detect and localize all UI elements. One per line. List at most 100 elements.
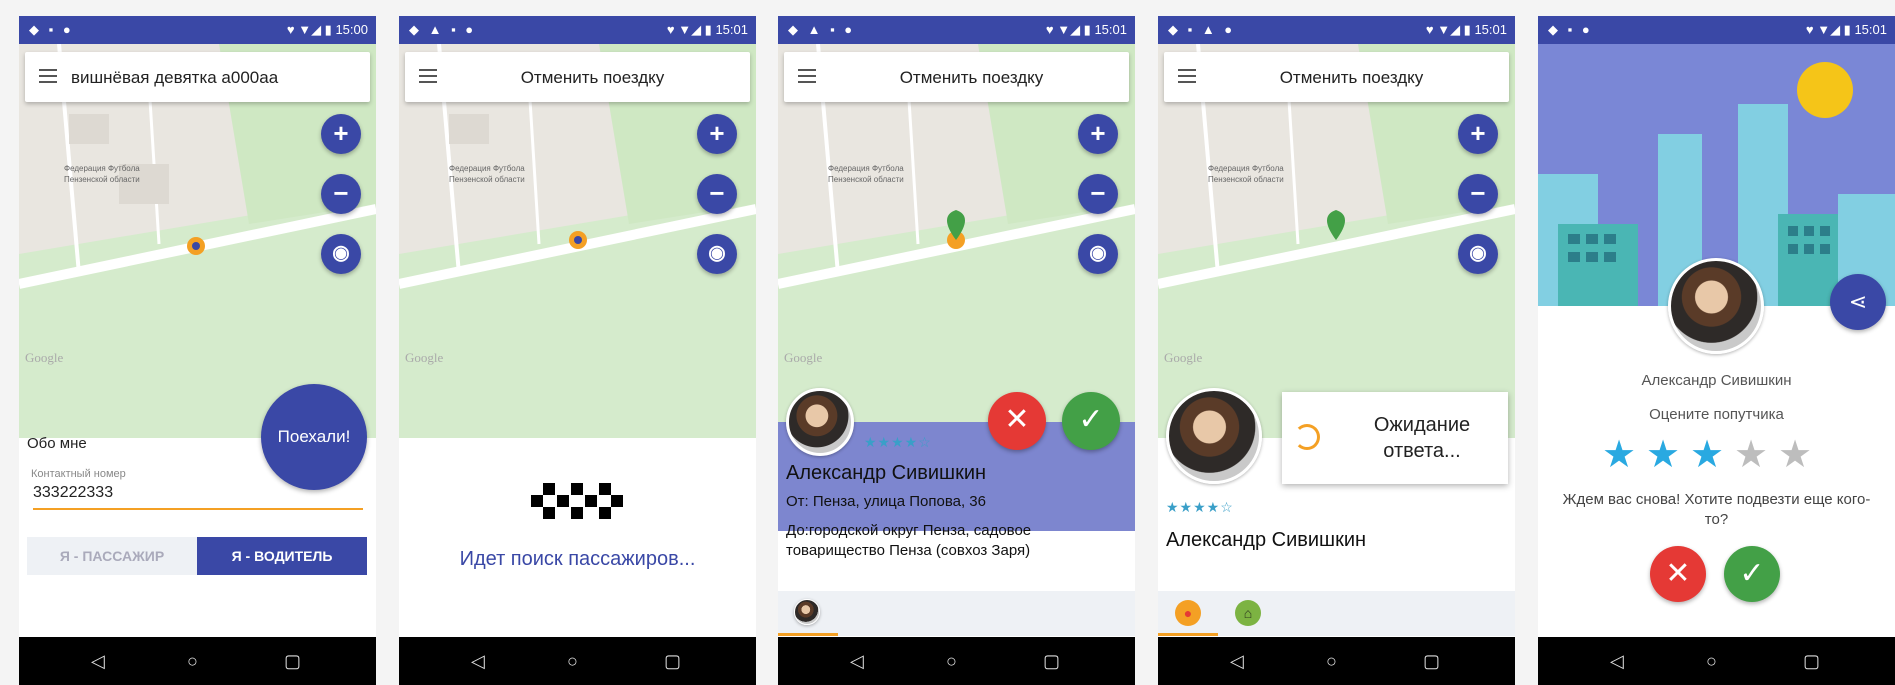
app-bar: Отменить поездку [1164,52,1509,102]
my-location-button[interactable]: ◉ [1458,234,1498,274]
destination-address: До:городской округ Пенза, садовое товари… [786,522,1032,559]
recents-icon[interactable]: ▢ [664,651,681,672]
tab-passenger[interactable] [778,591,838,636]
accept-button[interactable]: ✓ [1724,546,1780,602]
go-button[interactable]: Поехали! [261,384,367,490]
accept-button[interactable]: ✓ [1062,392,1120,450]
search-status-text: Идет поиск пассажиров... [459,548,696,570]
prompt-message: Ждем вас снова! Хотите подвезти еще кого… [1562,491,1871,528]
tab-bar [778,591,1135,636]
screen-passenger-found: ◆ ▲ ▪ ● ♥ ▼◢ ▮ 15:01 Федерация Футбола Пе… [778,16,1135,685]
svg-text:Пензенской области: Пензенской области [449,175,525,184]
svg-text:Федерация Футбола: Федерация Футбола [1208,164,1284,173]
page-title: вишнёвая девятка а000аа [71,68,279,87]
status-bar: ◆ ▪ ● ♥ ▼◢ ▮ 15:01 [1538,16,1895,44]
rate-label: Оцените попутчика [1649,406,1784,423]
pickup-address: От: Пенза, улица Попова, 36 [786,493,986,510]
taxi-icon [527,483,627,523]
nav-bar: ◁ ○ ▢ [19,637,376,685]
svg-text:Пензенской области: Пензенской области [828,175,904,184]
screen-waiting: ◆ ▪ ▲ ● ♥ ▼◢ ▮ 15:01 Федерация Футбола Пе… [1158,16,1515,685]
svg-text:Google: Google [405,350,444,365]
companion-name: Александр Сивишкин [1641,372,1792,389]
decline-button[interactable]: ✕ [988,392,1046,450]
svg-text:Google: Google [784,350,823,365]
menu-icon[interactable] [798,69,816,83]
screen-searching: ◆ ▲ ▪ ● ♥ ▼◢ ▮ 15:01 Федерация Футбола Пе… [399,16,756,685]
star-3[interactable]: ★ [1690,432,1724,477]
star-1[interactable]: ★ [1602,432,1636,477]
home-icon[interactable]: ○ [1326,651,1337,672]
back-icon[interactable]: ◁ [1230,651,1244,672]
back-icon[interactable]: ◁ [91,651,105,672]
nav-bar: ◁ ○ ▢ [1158,637,1515,685]
avatar [786,388,854,456]
status-bar: ◆ ▪ ● ♥ ▼◢ ▮ 15:00 [19,16,376,44]
nav-bar: ◁ ○ ▢ [399,637,756,685]
cancel-trip-button[interactable]: Отменить поездку [824,68,1119,88]
zoom-in-button[interactable]: + [1078,114,1118,154]
home-icon[interactable]: ○ [946,651,957,672]
menu-icon[interactable] [1178,69,1196,83]
recents-icon[interactable]: ▢ [284,651,301,672]
contact-input[interactable]: 333222333 [33,484,363,510]
passenger-name: Александр Сивишкин [1166,529,1367,551]
waiting-dialog: Ожидание ответа... [1282,392,1508,484]
status-bar: ◆ ▲ ▪ ● ♥ ▼◢ ▮ 15:01 [399,16,756,44]
zoom-in-button[interactable]: + [697,114,737,154]
svg-text:Пензенской области: Пензенской области [64,175,140,184]
app-bar: Отменить поездку [405,52,750,102]
home-icon[interactable]: ○ [1706,651,1717,672]
svg-text:Федерация Футбола: Федерация Футбола [449,164,525,173]
contact-label: Контактный номер [31,468,126,480]
share-button[interactable]: ⋖ [1830,274,1886,330]
zoom-in-button[interactable]: + [1458,114,1498,154]
driver-button[interactable]: Я - ВОДИТЕЛЬ [197,537,367,575]
zoom-out-button[interactable]: − [697,174,737,214]
back-icon[interactable]: ◁ [471,651,485,672]
app-bar: Отменить поездку [784,52,1129,102]
tab-person[interactable]: ● [1158,591,1218,636]
cancel-trip-button[interactable]: Отменить поездку [1204,68,1499,88]
recents-icon[interactable]: ▢ [1423,651,1440,672]
back-icon[interactable]: ◁ [850,651,864,672]
decline-button[interactable]: ✕ [1650,546,1706,602]
menu-icon[interactable] [39,69,57,83]
nav-bar: ◁ ○ ▢ [778,637,1135,685]
tab-home[interactable]: ⌂ [1218,591,1278,636]
home-icon[interactable]: ○ [187,651,198,672]
nav-bar: ◁ ○ ▢ [1538,637,1895,685]
zoom-out-button[interactable]: − [1458,174,1498,214]
zoom-in-button[interactable]: + [321,114,361,154]
status-bar: ◆ ▪ ▲ ● ♥ ▼◢ ▮ 15:01 [1158,16,1515,44]
cancel-trip-button[interactable]: Отменить поездку [445,68,740,88]
home-pin-icon: ⌂ [1235,600,1261,626]
svg-text:Федерация Футбола: Федерация Футбола [64,164,140,173]
svg-text:Федерация Футбола: Федерация Футбола [828,164,904,173]
app-bar: вишнёвая девятка а000аа [25,52,370,102]
zoom-out-button[interactable]: − [321,174,361,214]
zoom-out-button[interactable]: − [1078,174,1118,214]
loading-spinner-icon [1294,424,1320,450]
home-icon[interactable]: ○ [567,651,578,672]
star-5[interactable]: ★ [1778,432,1812,477]
star-2[interactable]: ★ [1646,432,1680,477]
recents-icon[interactable]: ▢ [1803,651,1820,672]
map-view[interactable]: Федерация Футбола Пензенской области Goo… [19,44,376,438]
screen-driver-profile: ◆ ▪ ● ♥ ▼◢ ▮ 15:00 Федерация Футбола Пенз… [19,16,376,685]
my-location-button[interactable]: ◉ [1078,234,1118,274]
status-bar: ◆ ▲ ▪ ● ♥ ▼◢ ▮ 15:01 [778,16,1135,44]
rating-control[interactable]: ★ ★ ★ ★ ★ [1602,432,1842,476]
recents-icon[interactable]: ▢ [1043,651,1060,672]
avatar [1668,258,1764,354]
my-location-button[interactable]: ◉ [697,234,737,274]
my-location-button[interactable]: ◉ [321,234,361,274]
screen-rate-companion: ◆ ▪ ● ♥ ▼◢ ▮ 15:01 ⋖ Александр Сивишкин О… [1538,16,1895,685]
menu-icon[interactable] [419,69,437,83]
person-icon: ● [1175,600,1201,626]
passenger-button[interactable]: Я - ПАССАЖИР [27,537,197,575]
tab-bar: ● ⌂ [1158,591,1515,636]
avatar [1166,388,1262,484]
star-4[interactable]: ★ [1734,432,1768,477]
back-icon[interactable]: ◁ [1610,651,1624,672]
